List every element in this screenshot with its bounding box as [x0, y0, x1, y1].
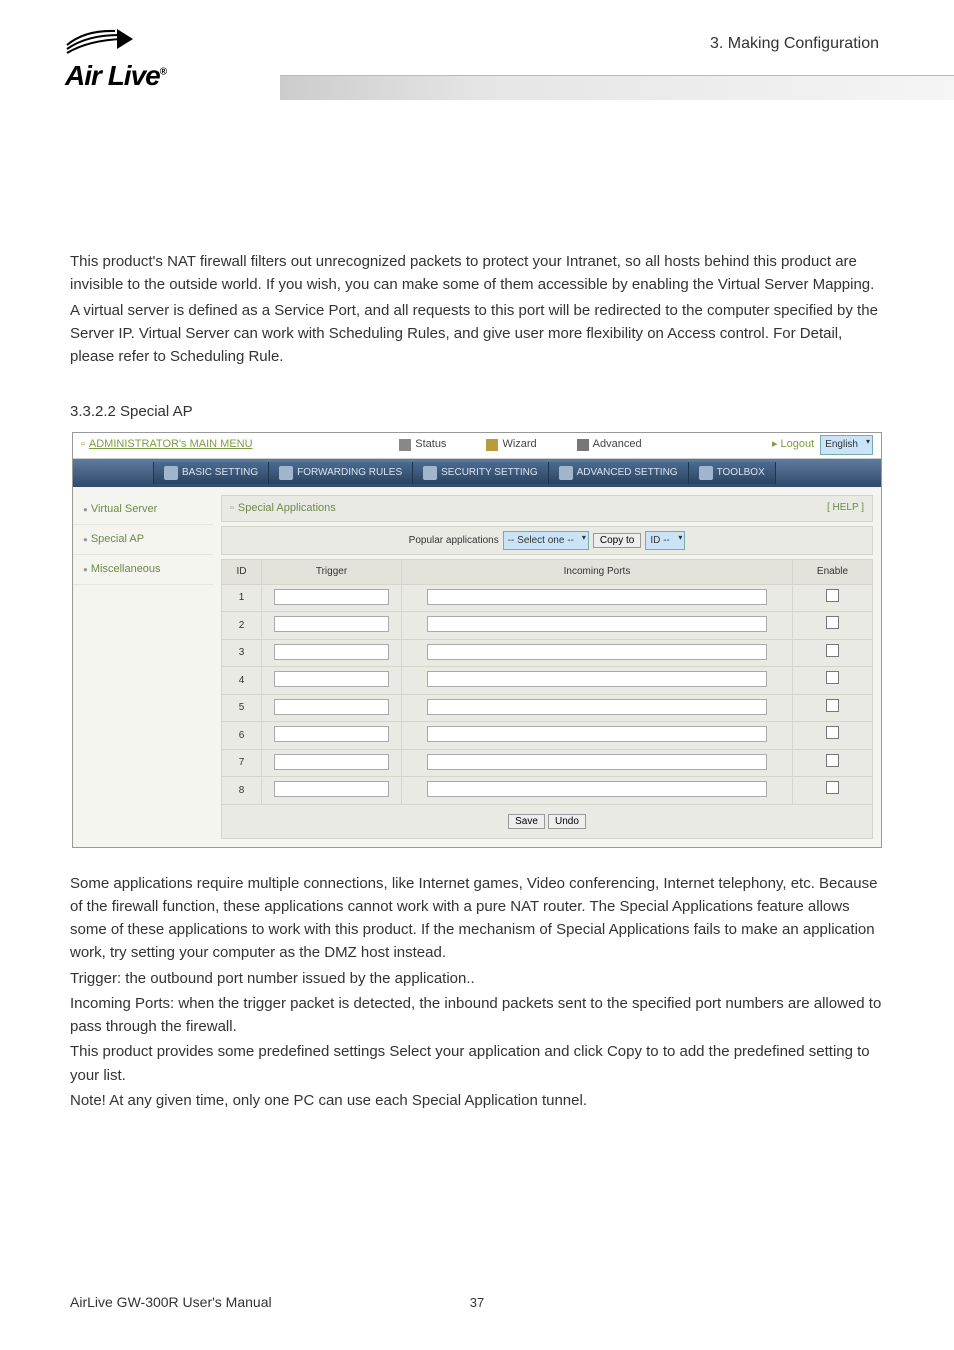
incoming-input[interactable]	[427, 726, 767, 742]
table-row: 2	[222, 612, 873, 640]
incoming-input[interactable]	[427, 589, 767, 605]
col-incoming: Incoming Ports	[402, 560, 793, 585]
nav-security-setting[interactable]: SECURITY SETTING	[413, 462, 549, 484]
status-icon	[399, 439, 411, 451]
sidebar-item-miscellaneous[interactable]: ●Miscellaneous	[73, 555, 213, 585]
table-row: 8	[222, 777, 873, 805]
sidebar-item-virtual-server[interactable]: ●Virtual Server	[73, 495, 213, 525]
enable-checkbox[interactable]	[826, 616, 839, 629]
advanced-icon	[577, 439, 589, 451]
admin-sidebar: ●Virtual Server ●Special AP ●Miscellaneo…	[73, 487, 213, 847]
incoming-input[interactable]	[427, 754, 767, 770]
paragraph-2: A virtual server is defined as a Service…	[70, 299, 884, 369]
enable-checkbox[interactable]	[826, 754, 839, 767]
chapter-title: 3. Making Configuration	[710, 35, 879, 53]
trigger-input[interactable]	[274, 699, 388, 715]
table-row: 3	[222, 639, 873, 667]
basic-icon	[164, 466, 178, 480]
table-row: 1	[222, 584, 873, 612]
col-trigger: Trigger	[262, 560, 402, 585]
row-id: 2	[222, 612, 262, 640]
advanced-nav-icon	[559, 466, 573, 480]
trigger-input[interactable]	[274, 616, 388, 632]
enable-checkbox[interactable]	[826, 589, 839, 602]
paragraph-3: Some applications require multiple conne…	[70, 872, 884, 965]
enable-checkbox[interactable]	[826, 726, 839, 739]
paragraph-4: Trigger: the outbound port number issued…	[70, 967, 884, 990]
toolbox-icon	[699, 466, 713, 480]
paragraph-6: This product provides some predefined se…	[70, 1040, 884, 1087]
incoming-input[interactable]	[427, 644, 767, 660]
undo-button[interactable]: Undo	[548, 814, 586, 829]
admin-panel: ▫ ADMINISTRATOR's MAIN MENU Status Wizar…	[72, 432, 882, 848]
paragraph-5: Incoming Ports: when the trigger packet …	[70, 992, 884, 1039]
logo-text-pre: Air	[65, 60, 101, 91]
trigger-input[interactable]	[274, 644, 388, 660]
logo: Air Live®	[65, 25, 166, 92]
popular-label: Popular applications	[409, 533, 499, 549]
status-link[interactable]: Status	[399, 436, 446, 453]
row-id: 4	[222, 667, 262, 695]
logo-reg: ®	[160, 67, 166, 78]
enable-checkbox[interactable]	[826, 671, 839, 684]
admin-main-menu-title[interactable]: ADMINISTRATOR's MAIN MENU	[89, 436, 269, 453]
trigger-input[interactable]	[274, 671, 388, 687]
row-id: 1	[222, 584, 262, 612]
section-heading: 3.3.2.2 Special AP	[70, 400, 884, 423]
sidebar-item-special-ap[interactable]: ●Special AP	[73, 525, 213, 555]
enable-checkbox[interactable]	[826, 781, 839, 794]
copy-to-button[interactable]: Copy to	[593, 533, 641, 548]
nav-forwarding-rules[interactable]: FORWARDING RULES	[269, 462, 413, 484]
trigger-input[interactable]	[274, 781, 388, 797]
security-icon	[423, 466, 437, 480]
logout-link[interactable]: ▸ Logout	[772, 436, 814, 453]
nav-basic-setting[interactable]: BASIC SETTING	[153, 462, 269, 484]
enable-checkbox[interactable]	[826, 644, 839, 657]
incoming-input[interactable]	[427, 699, 767, 715]
table-row: 7	[222, 749, 873, 777]
incoming-input[interactable]	[427, 671, 767, 687]
row-id: 8	[222, 777, 262, 805]
special-ap-table: ID Trigger Incoming Ports Enable 1234567…	[221, 559, 873, 805]
logo-text-post: Live	[108, 60, 160, 91]
header-divider	[280, 75, 954, 100]
col-id: ID	[222, 560, 262, 585]
trigger-input[interactable]	[274, 754, 388, 770]
incoming-input[interactable]	[427, 781, 767, 797]
paragraph-7: Note! At any given time, only one PC can…	[70, 1089, 884, 1112]
trigger-input[interactable]	[274, 589, 388, 605]
enable-checkbox[interactable]	[826, 699, 839, 712]
col-enable: Enable	[793, 560, 873, 585]
row-id: 5	[222, 694, 262, 722]
section-title: Special Applications	[238, 502, 336, 514]
row-id: 7	[222, 749, 262, 777]
sidebar-bullet: ▫	[81, 436, 85, 453]
paragraph-1: This product's NAT firewall filters out …	[70, 250, 884, 297]
table-row: 4	[222, 667, 873, 695]
row-id: 3	[222, 639, 262, 667]
wizard-link[interactable]: Wizard	[486, 436, 536, 453]
forwarding-icon	[279, 466, 293, 480]
advanced-link[interactable]: Advanced	[577, 436, 642, 453]
trigger-input[interactable]	[274, 726, 388, 742]
wizard-icon	[486, 439, 498, 451]
row-id: 6	[222, 722, 262, 750]
footer-manual: AirLive GW-300R User's Manual	[70, 1294, 272, 1310]
table-row: 6	[222, 722, 873, 750]
nav-advanced-setting[interactable]: ADVANCED SETTING	[549, 462, 689, 484]
popular-select[interactable]: -- Select one --	[503, 531, 589, 551]
nav-bar: BASIC SETTING FORWARDING RULES SECURITY …	[73, 459, 881, 487]
language-select[interactable]: English	[820, 435, 873, 455]
nav-toolbox[interactable]: TOOLBOX	[689, 462, 776, 484]
save-button[interactable]: Save	[508, 814, 545, 829]
incoming-input[interactable]	[427, 616, 767, 632]
id-select[interactable]: ID --	[645, 531, 685, 551]
footer-page-number: 37	[470, 1295, 484, 1310]
table-row: 5	[222, 694, 873, 722]
help-link[interactable]: [ HELP ]	[827, 500, 864, 516]
